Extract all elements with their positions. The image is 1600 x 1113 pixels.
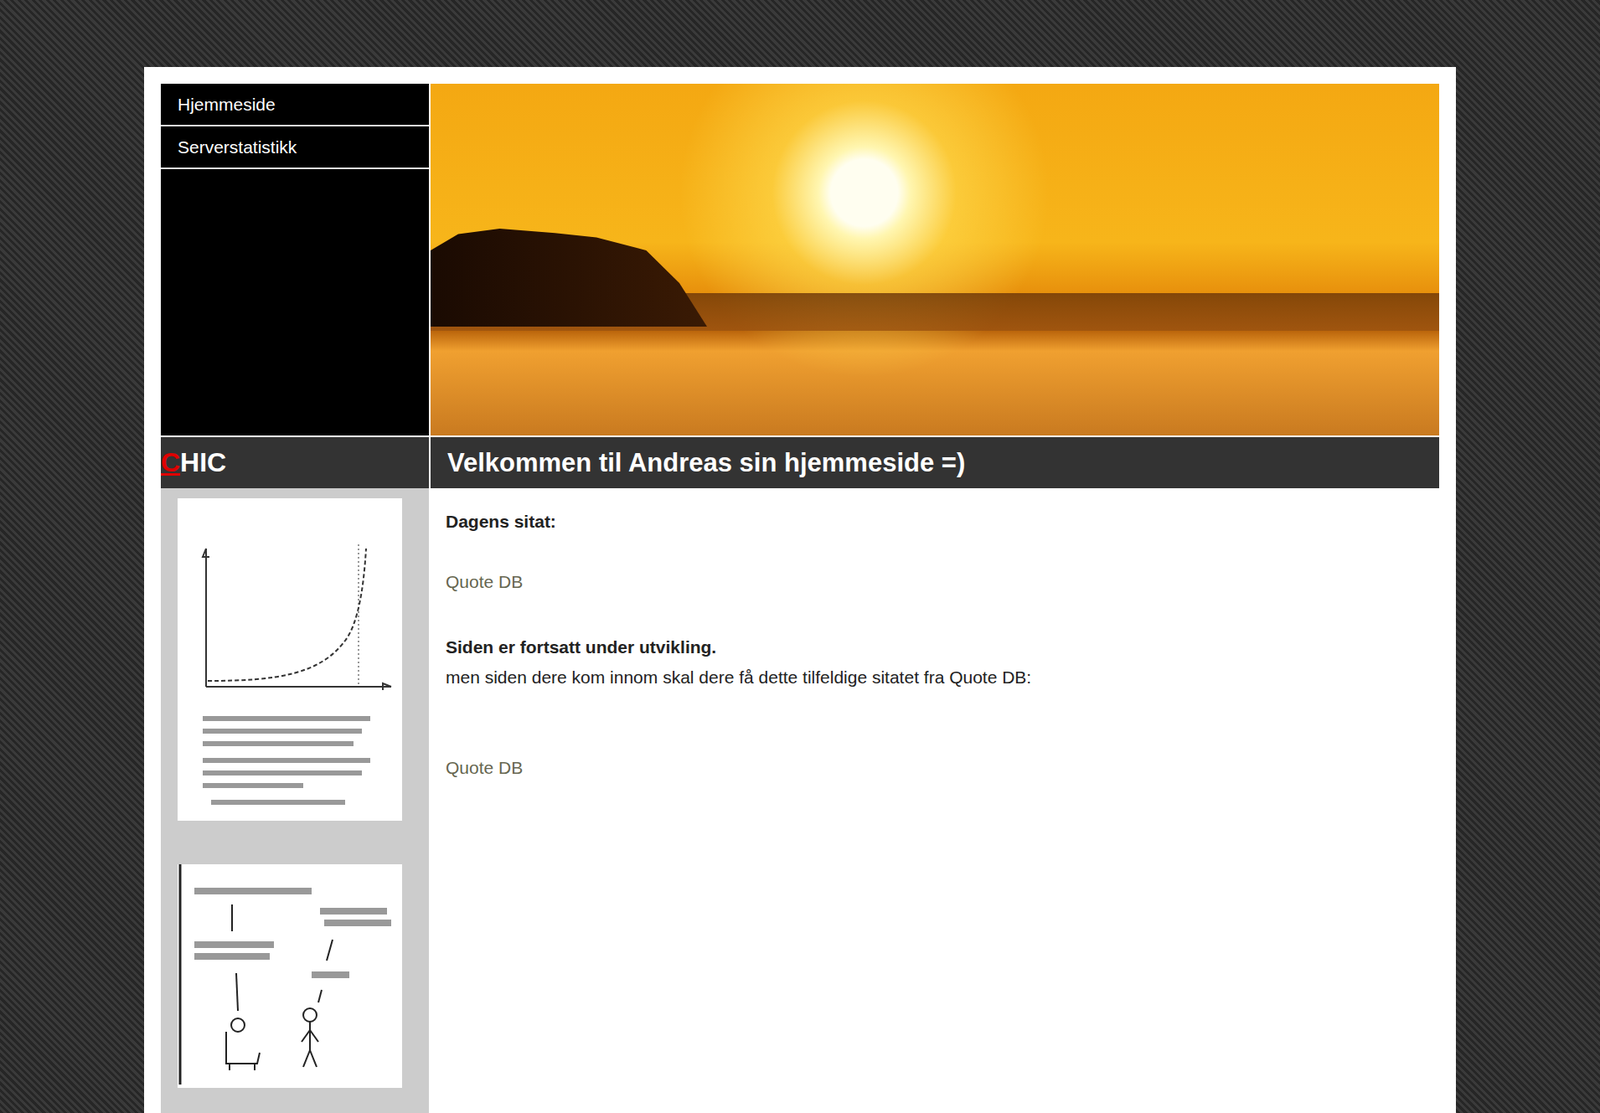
logo-first-letter: C <box>160 447 181 479</box>
site-logo[interactable]: CHIC <box>160 437 429 489</box>
logo-rest: HIC <box>180 447 227 479</box>
text: Quote DB <box>445 758 523 778</box>
comic-sandwich-image[interactable] <box>177 864 403 1089</box>
bold-heading: Siden er fortsatt under utvikling. <box>445 635 1425 660</box>
page-heading: Velkommen til Andreas sin hjemmeside =) <box>430 437 1440 489</box>
nav-item[interactable]: Hjemmeside <box>160 83 429 127</box>
nav-item[interactable]: Serverstatistikk <box>160 126 429 170</box>
text: Dagens sitat: <box>445 511 557 532</box>
header-banner <box>430 83 1440 436</box>
title-row: CHICVelkommen til Andreas sin hjemmeside… <box>160 437 1440 489</box>
page-container: HjemmesideServerstatistikkCHICVelkommen … <box>144 67 1456 1113</box>
comic-graph-image[interactable] <box>177 498 403 821</box>
treeline <box>430 217 708 327</box>
quote-db-link[interactable]: Quote DB <box>445 756 1425 780</box>
text: men siden dere kom innom skal dere få de… <box>445 667 1032 687</box>
quote-db-link[interactable]: Quote DB <box>445 570 1425 594</box>
nav-menu: HjemmesideServerstatistikk <box>160 83 429 436</box>
paragraph: men siden dere kom innom skal dere få de… <box>445 665 1425 690</box>
sidebar <box>160 488 429 1113</box>
text: Quote DB <box>445 572 523 592</box>
bold-heading: Dagens sitat: <box>445 510 1425 534</box>
main-content: Dagens sitat: Quote DB Siden er fortsatt u… <box>430 488 1440 1113</box>
header-row: HjemmesideServerstatistikk <box>160 83 1440 436</box>
body-row: Dagens sitat: Quote DB Siden er fortsatt u… <box>160 488 1440 1113</box>
text: Siden er fortsatt under utvikling. <box>445 637 717 657</box>
